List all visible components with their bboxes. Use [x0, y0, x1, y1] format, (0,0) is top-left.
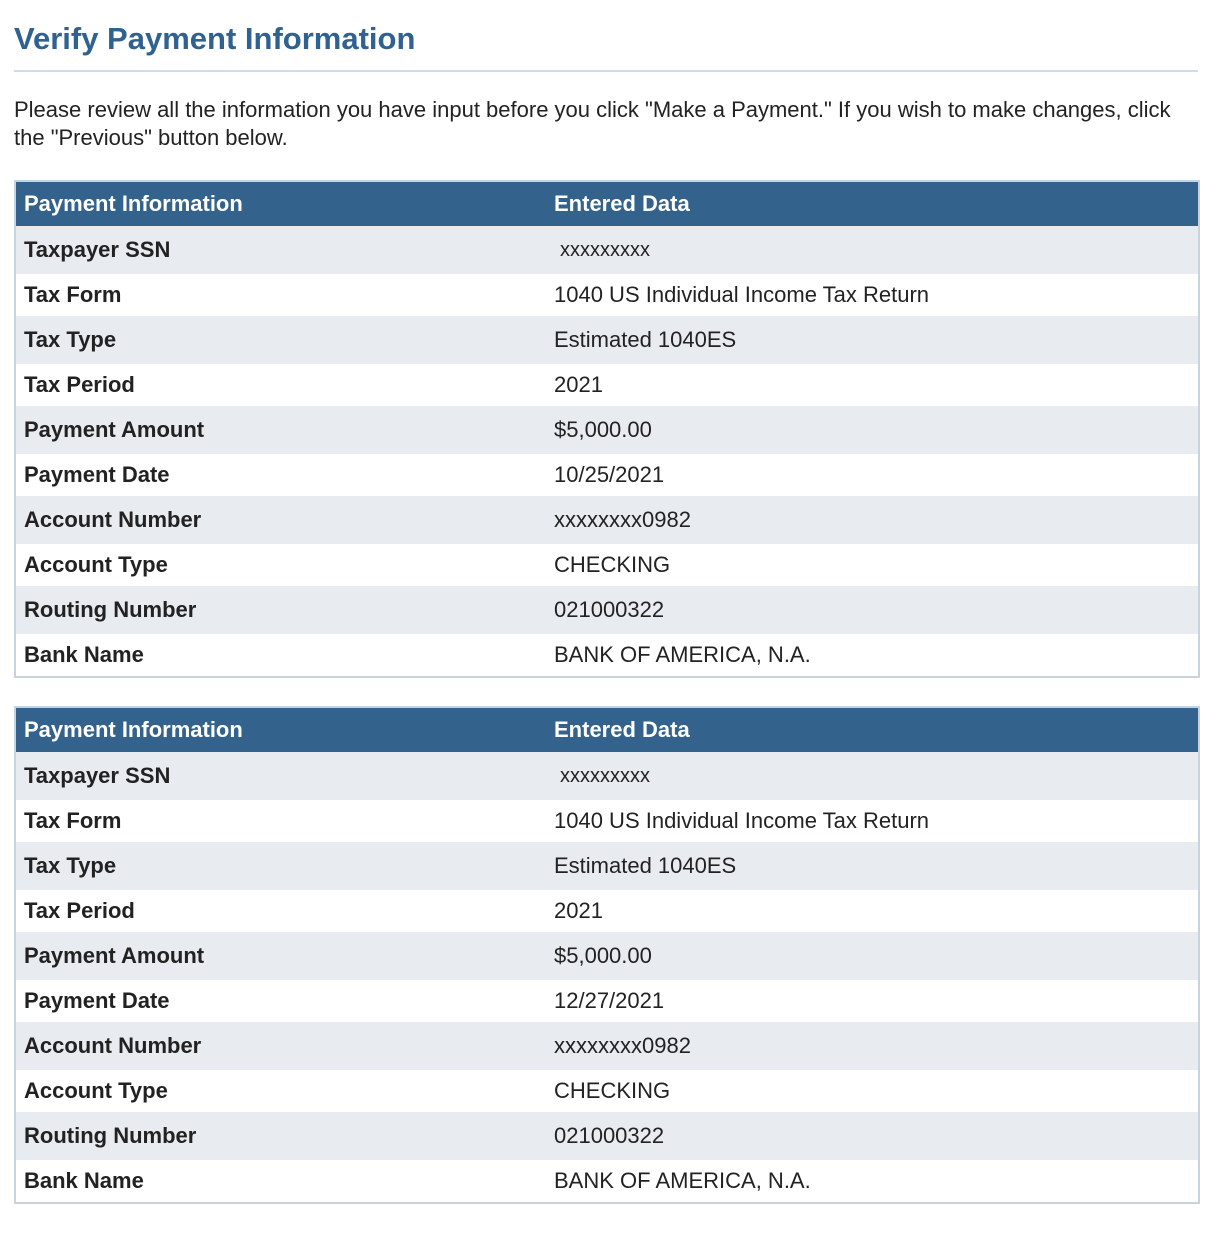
row-value: 2021 — [554, 898, 603, 923]
row-value: 12/27/2021 — [554, 988, 665, 1013]
row-value: 2021 — [554, 372, 603, 397]
row-label: Routing Number — [24, 1123, 197, 1148]
table-header-row: Payment Information Entered Data — [15, 181, 1199, 226]
row-label: Payment Amount — [24, 943, 205, 968]
row-value: CHECKING — [554, 1078, 671, 1103]
row-label: Account Type — [24, 1078, 168, 1103]
table-row-tax-form: Tax Form 1040 US Individual Income Tax R… — [15, 800, 1199, 842]
header-entered-data: Entered Data — [554, 191, 690, 216]
table-row-account-type: Account Type CHECKING — [15, 544, 1199, 586]
row-label: Routing Number — [24, 597, 197, 622]
table-row-tax-type: Tax Type Estimated 1040ES — [15, 842, 1199, 890]
table-row-account-number: Account Number xxxxxxxx0982 — [15, 1022, 1199, 1070]
page-title: Verify Payment Information — [14, 21, 416, 56]
row-value: 10/25/2021 — [554, 462, 665, 487]
table-row-tax-form: Tax Form 1040 US Individual Income Tax R… — [15, 274, 1199, 316]
table-row-tax-period: Tax Period 2021 — [15, 890, 1199, 932]
table-row-payment-amount: Payment Amount $5,000.00 — [15, 406, 1199, 454]
table-row-account-type: Account Type CHECKING — [15, 1070, 1199, 1112]
row-label: Payment Date — [24, 462, 170, 487]
row-value: BANK OF AMERICA, N.A. — [554, 642, 811, 667]
row-value: BANK OF AMERICA, N.A. — [554, 1168, 811, 1193]
table-row-bank-name: Bank Name BANK OF AMERICA, N.A. — [15, 1160, 1199, 1203]
title-divider — [14, 70, 1198, 72]
row-label: Tax Form — [24, 282, 122, 307]
row-label: Account Type — [24, 552, 168, 577]
header-payment-information: Payment Information — [24, 191, 243, 216]
row-label: Taxpayer SSN — [24, 237, 171, 262]
row-value: 1040 US Individual Income Tax Return — [554, 808, 930, 833]
row-value: xxxxxxxxx — [560, 239, 650, 261]
table-row-taxpayer-ssn: Taxpayer SSN xxxxxxxxx — [15, 226, 1199, 274]
row-label: Tax Period — [24, 372, 135, 397]
row-label: Tax Form — [24, 808, 122, 833]
row-value: 021000322 — [554, 1123, 665, 1148]
row-value: xxxxxxxx0982 — [554, 1033, 691, 1058]
table-row-routing-number: Routing Number 021000322 — [15, 586, 1199, 634]
intro-text: Please review all the information you ha… — [14, 97, 1171, 150]
row-label: Bank Name — [24, 1168, 144, 1193]
row-value: $5,000.00 — [554, 417, 652, 442]
row-value: xxxxxxxx0982 — [554, 507, 691, 532]
table-row-payment-date: Payment Date 10/25/2021 — [15, 454, 1199, 496]
table-row-account-number: Account Number xxxxxxxx0982 — [15, 496, 1199, 544]
header-entered-data: Entered Data — [554, 717, 690, 742]
header-payment-information: Payment Information — [24, 717, 243, 742]
row-label: Account Number — [24, 507, 202, 532]
payment-table-1: Payment Information Entered Data Taxpaye… — [14, 180, 1200, 678]
row-value: CHECKING — [554, 552, 671, 577]
verify-payment-page: Verify Payment Information Please review… — [14, 0, 1200, 1204]
row-label: Tax Period — [24, 898, 135, 923]
row-label: Tax Type — [24, 853, 117, 878]
row-value: 021000322 — [554, 597, 665, 622]
row-value: 1040 US Individual Income Tax Return — [554, 282, 930, 307]
table-row-tax-type: Tax Type Estimated 1040ES — [15, 316, 1199, 364]
table-row-taxpayer-ssn: Taxpayer SSN xxxxxxxxx — [15, 752, 1199, 800]
row-label: Bank Name — [24, 642, 144, 667]
table-row-routing-number: Routing Number 021000322 — [15, 1112, 1199, 1160]
table-header-row: Payment Information Entered Data — [15, 707, 1199, 752]
row-label: Payment Amount — [24, 417, 205, 442]
payment-table-2: Payment Information Entered Data Taxpaye… — [14, 706, 1200, 1204]
row-label: Account Number — [24, 1033, 202, 1058]
table-row-tax-period: Tax Period 2021 — [15, 364, 1199, 406]
row-value: xxxxxxxxx — [560, 765, 650, 787]
table-row-payment-date: Payment Date 12/27/2021 — [15, 980, 1199, 1022]
row-value: Estimated 1040ES — [554, 327, 737, 352]
row-label: Taxpayer SSN — [24, 763, 171, 788]
row-label: Payment Date — [24, 988, 170, 1013]
row-value: $5,000.00 — [554, 943, 652, 968]
row-label: Tax Type — [24, 327, 117, 352]
row-value: Estimated 1040ES — [554, 853, 737, 878]
table-row-payment-amount: Payment Amount $5,000.00 — [15, 932, 1199, 980]
table-row-bank-name: Bank Name BANK OF AMERICA, N.A. — [15, 634, 1199, 677]
